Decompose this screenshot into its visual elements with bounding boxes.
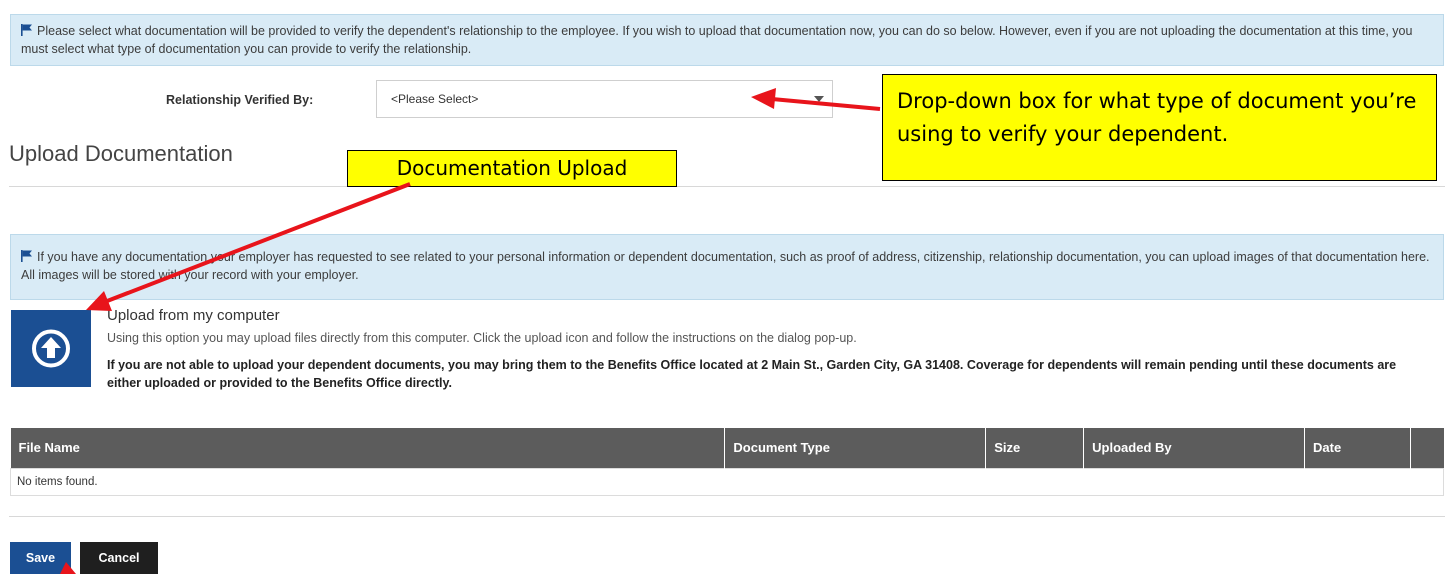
flag-icon bbox=[21, 24, 32, 36]
documentation-upload-callout: Documentation Upload bbox=[347, 150, 677, 187]
upload-note: If you are not able to upload your depen… bbox=[107, 358, 1397, 390]
relationship-info-box: Please select what documentation will be… bbox=[10, 14, 1444, 66]
upload-option-title: Upload from my computer bbox=[107, 307, 280, 324]
dropdown-caret-icon bbox=[814, 96, 824, 102]
files-table: File Name Document Type Size Uploaded By… bbox=[10, 428, 1444, 496]
section-divider bbox=[9, 186, 1445, 187]
empty-table-message: No items found. bbox=[10, 467, 1444, 496]
relationship-info-text: Please select what documentation will be… bbox=[21, 24, 1413, 56]
relationship-verified-select[interactable]: <Please Select> bbox=[376, 80, 833, 118]
upload-from-computer-button[interactable] bbox=[11, 310, 91, 387]
upload-arrow-icon bbox=[32, 329, 70, 368]
upload-documentation-heading: Upload Documentation bbox=[9, 141, 233, 166]
relationship-select-value: <Please Select> bbox=[391, 92, 479, 106]
dropdown-callout: Drop-down box for what type of document … bbox=[882, 74, 1437, 181]
footer-divider bbox=[9, 516, 1445, 517]
column-header-document-type[interactable]: Document Type bbox=[724, 428, 987, 468]
upload-info-box: If you have any documentation your emplo… bbox=[10, 234, 1444, 300]
table-header-row: File Name Document Type Size Uploaded By… bbox=[10, 428, 1444, 468]
upload-info-text: If you have any documentation your emplo… bbox=[21, 250, 1430, 282]
relationship-verified-label: Relationship Verified By: bbox=[166, 93, 314, 107]
column-header-date[interactable]: Date bbox=[1304, 428, 1411, 468]
flag-icon bbox=[21, 250, 32, 262]
cancel-button[interactable]: Cancel bbox=[80, 542, 158, 574]
column-header-size[interactable]: Size bbox=[985, 428, 1085, 468]
upload-option-description: Using this option you may upload files d… bbox=[107, 331, 857, 345]
column-header-actions bbox=[1410, 428, 1444, 468]
save-button[interactable]: Save bbox=[10, 542, 71, 574]
table-row: No items found. bbox=[10, 467, 1444, 496]
column-header-uploaded-by[interactable]: Uploaded By bbox=[1083, 428, 1306, 468]
column-header-file-name[interactable]: File Name bbox=[10, 428, 726, 468]
